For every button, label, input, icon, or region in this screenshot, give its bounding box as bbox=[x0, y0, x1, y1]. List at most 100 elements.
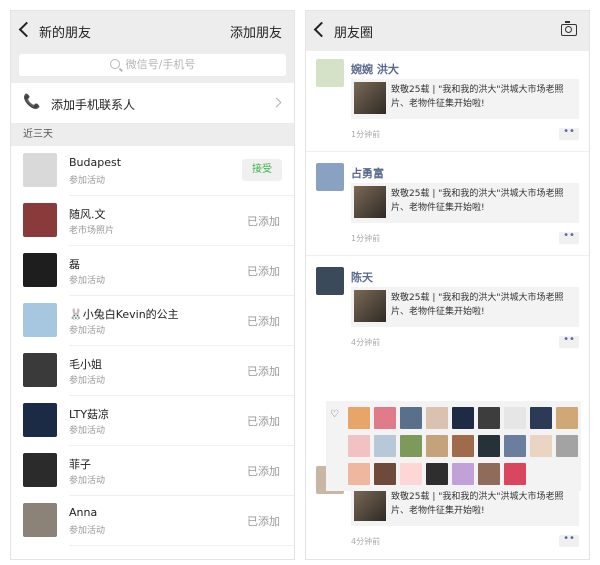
more-actions-button[interactable]: •• bbox=[559, 231, 579, 244]
poster-name[interactable]: 占勇富 bbox=[351, 165, 384, 181]
liker-avatar[interactable] bbox=[452, 435, 474, 457]
link-thumbnail bbox=[354, 186, 386, 218]
contact-name: 随风.文 bbox=[69, 208, 106, 221]
avatar bbox=[23, 153, 57, 187]
contact-source: 参加活动 bbox=[69, 426, 106, 436]
link-title: 致敬25载 | "我和我的洪大"洪城大市场老照片、老物件征集开始啦! bbox=[391, 189, 564, 213]
divider bbox=[69, 545, 294, 546]
liker-avatar[interactable] bbox=[374, 407, 396, 429]
post-time: 4分钟前 bbox=[351, 537, 381, 546]
shared-link-card[interactable]: 致敬25载 | "我和我的洪大"洪城大市场老照片、老物件征集开始啦! bbox=[351, 287, 579, 327]
moments-header: 朋友圈 bbox=[306, 11, 589, 51]
chevron-right-icon bbox=[271, 97, 282, 108]
moments-title: 朋友圈 bbox=[334, 26, 374, 41]
back-chevron-icon[interactable] bbox=[313, 21, 330, 38]
avatar[interactable] bbox=[316, 267, 344, 295]
liker-avatar[interactable] bbox=[400, 463, 422, 485]
avatar bbox=[23, 253, 57, 287]
moments-panel: 朋友圈 婉婉 洪大致敬25载 | "我和我的洪大"洪城大市场老照片、老物件征集开… bbox=[305, 10, 590, 560]
contact-request-row[interactable]: Budapest 参加活动 接受 bbox=[11, 146, 294, 196]
poster-name[interactable]: 陈天 bbox=[351, 269, 373, 285]
liker-avatar[interactable] bbox=[504, 463, 526, 485]
liker-avatar[interactable] bbox=[504, 435, 526, 457]
contact-request-row[interactable]: 🐰小兔白Kevin的公主 参加活动 已添加 bbox=[11, 296, 294, 346]
liker-avatar[interactable] bbox=[530, 435, 552, 457]
contact-name: LTY菇凉 bbox=[69, 408, 110, 421]
phone-icon: 📞 bbox=[23, 94, 41, 110]
avatar bbox=[23, 453, 57, 487]
contact-name: 🐰小兔白Kevin的公主 bbox=[69, 308, 179, 321]
contact-name: 磊 bbox=[69, 258, 80, 271]
contact-source: 参加活动 bbox=[69, 476, 106, 486]
liker-avatar[interactable] bbox=[374, 463, 396, 485]
contact-request-row[interactable]: 毛小姐 参加活动 已添加 bbox=[11, 346, 294, 396]
liker-avatar[interactable] bbox=[556, 435, 578, 457]
new-friends-header: 新的朋友 添加朋友 bbox=[11, 11, 294, 51]
poster-name[interactable]: 婉婉 洪大 bbox=[351, 61, 399, 77]
add-phone-contacts-label: 添加手机联系人 bbox=[51, 98, 136, 112]
contact-request-row[interactable]: 磊参加活动 已添加 bbox=[11, 246, 294, 296]
contact-request-row[interactable]: 菲子 参加活动 已添加 bbox=[11, 446, 294, 496]
avatar[interactable] bbox=[316, 163, 344, 191]
liker-avatar[interactable] bbox=[348, 435, 370, 457]
shared-link-card[interactable]: 致敬25载 | "我和我的洪大"洪城大市场老照片、老物件征集开始啦! bbox=[351, 79, 579, 119]
likes-panel: ♡ bbox=[326, 401, 581, 491]
contact-name: Anna bbox=[69, 506, 98, 519]
new-friends-panel: 新的朋友 添加朋友 微信号/手机号 📞 添加手机联系人 近三天 Budapest… bbox=[10, 10, 295, 560]
contact-name: 菲子 bbox=[69, 458, 91, 471]
added-status: 已添加 bbox=[247, 265, 280, 278]
liker-avatar[interactable] bbox=[504, 407, 526, 429]
search-placeholder: 微信号/手机号 bbox=[125, 58, 196, 71]
avatar bbox=[23, 353, 57, 387]
shared-link-card[interactable]: 致敬25载 | "我和我的洪大"洪城大市场老照片、老物件征集开始啦! bbox=[351, 183, 579, 223]
contact-request-row[interactable]: LTY菇凉 参加活动 已添加 bbox=[11, 396, 294, 446]
back-chevron-icon[interactable] bbox=[18, 21, 35, 38]
post-time: 1分钟前 bbox=[351, 130, 381, 139]
liker-avatar[interactable] bbox=[374, 435, 396, 457]
camera-icon[interactable] bbox=[561, 21, 577, 36]
avatar bbox=[23, 303, 57, 337]
contact-name: 毛小姐 bbox=[69, 358, 102, 371]
add-phone-contacts-row[interactable]: 📞 添加手机联系人 bbox=[11, 83, 294, 124]
liker-avatar[interactable] bbox=[426, 435, 448, 457]
section-header-recent: 近三天 bbox=[11, 124, 294, 146]
liker-avatar[interactable] bbox=[426, 463, 448, 485]
added-status: 已添加 bbox=[247, 515, 280, 528]
contact-source: 参加活动 bbox=[69, 326, 106, 336]
added-status: 已添加 bbox=[247, 215, 280, 228]
link-title: 致敬25载 | "我和我的洪大"洪城大市场老照片、老物件征集开始啦! bbox=[391, 293, 564, 317]
moments-feed: 婉婉 洪大致敬25载 | "我和我的洪大"洪城大市场老照片、老物件征集开始啦! 1… bbox=[306, 51, 589, 556]
liker-avatar[interactable] bbox=[478, 463, 500, 485]
link-thumbnail bbox=[354, 489, 386, 521]
liker-avatar[interactable] bbox=[400, 435, 422, 457]
shared-link-card[interactable]: 致敬25载 | "我和我的洪大"洪城大市场老照片、老物件征集开始啦! bbox=[351, 486, 579, 526]
search-input[interactable]: 微信号/手机号 bbox=[19, 54, 286, 76]
contact-request-row[interactable]: Anna 参加活动 已添加 bbox=[11, 496, 294, 546]
post-time: 1分钟前 bbox=[351, 234, 381, 243]
post-time: 4分钟前 bbox=[351, 338, 381, 347]
avatar bbox=[23, 203, 57, 237]
liker-avatar[interactable] bbox=[556, 407, 578, 429]
liker-avatar[interactable] bbox=[478, 407, 500, 429]
accept-button[interactable]: 接受 bbox=[242, 159, 282, 181]
moment-post: 陈天致敬25载 | "我和我的洪大"洪城大市场老照片、老物件征集开始啦! 4分钟前… bbox=[306, 267, 589, 362]
more-actions-button[interactable]: •• bbox=[559, 127, 579, 140]
liker-avatar[interactable] bbox=[426, 407, 448, 429]
more-actions-button[interactable]: •• bbox=[559, 534, 579, 547]
link-title: 致敬25载 | "我和我的洪大"洪城大市场老照片、老物件征集开始啦! bbox=[391, 492, 564, 516]
liker-avatar[interactable] bbox=[400, 407, 422, 429]
link-title: 致敬25载 | "我和我的洪大"洪城大市场老照片、老物件征集开始啦! bbox=[391, 85, 564, 109]
liker-avatar[interactable] bbox=[478, 435, 500, 457]
moment-post: 占勇富 致敬25载 | "我和我的洪大"洪城大市场老照片、老物件征集开始啦! 1分钟… bbox=[306, 163, 589, 258]
more-actions-button[interactable]: •• bbox=[559, 335, 579, 348]
liker-avatar[interactable] bbox=[348, 407, 370, 429]
liker-avatar[interactable] bbox=[530, 407, 552, 429]
liker-avatar[interactable] bbox=[452, 407, 474, 429]
avatar[interactable] bbox=[316, 59, 344, 87]
contact-request-row[interactable]: 随风.文 老市场照片 已添加 bbox=[11, 196, 294, 246]
add-friend-button[interactable]: 添加朋友 bbox=[230, 22, 282, 41]
link-thumbnail bbox=[354, 290, 386, 322]
liker-avatar[interactable] bbox=[348, 463, 370, 485]
search-icon bbox=[109, 59, 120, 69]
liker-avatar[interactable] bbox=[452, 463, 474, 485]
